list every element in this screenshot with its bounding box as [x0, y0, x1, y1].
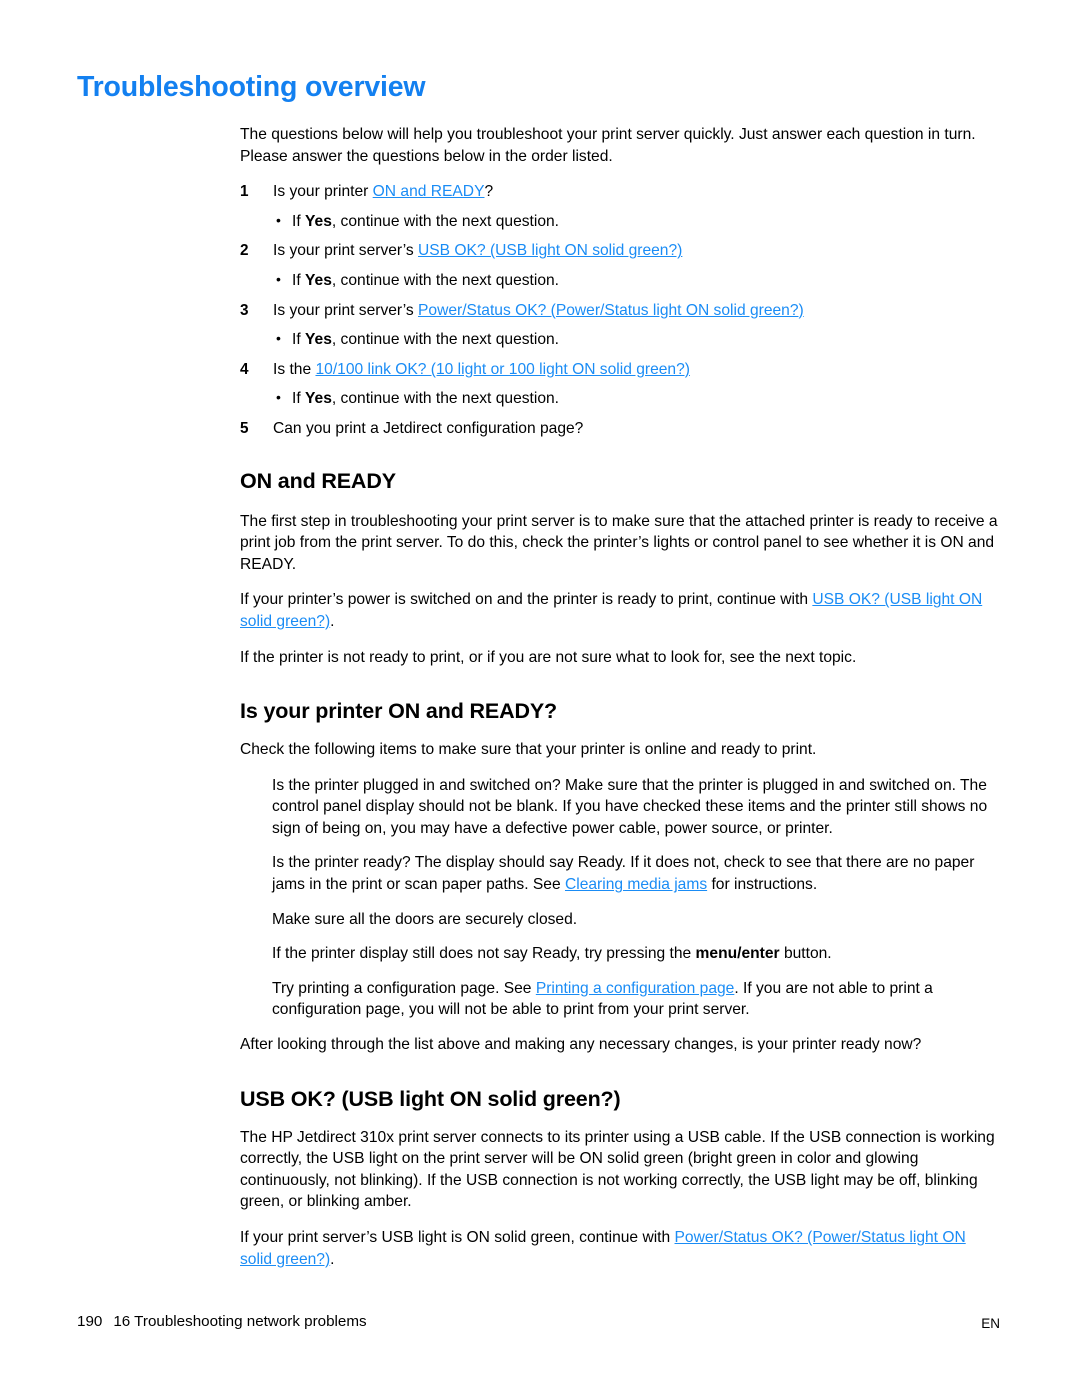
usb-ok-paragraph-1: The HP Jetdirect 310x print server conne… [240, 1128, 995, 1211]
heading-on-and-ready: ON and READY [240, 468, 396, 493]
checklist-subitem-4: • If Yes, continue with the next question… [240, 388, 1002, 410]
bullet-icon: • [276, 389, 281, 406]
sub-bold-1: Yes [305, 212, 332, 230]
footer-chapter-title: 16 Troubleshooting network problems [113, 1313, 367, 1330]
page-title: Troubleshooting overview [77, 71, 426, 104]
checklist-number-5: 5 [240, 419, 249, 437]
checklist-number-3: 3 [240, 301, 249, 319]
checklist-number-2: 2 [240, 242, 249, 260]
link-power-status-ok[interactable]: Power/Status OK? (Power/Status light ON … [418, 302, 804, 319]
sub-suffix-3: , continue with the next question. [331, 331, 560, 349]
checklist-text-5: Can you print a Jetdirect configuration … [273, 419, 584, 437]
footer-page-number: 190 [77, 1313, 103, 1330]
checklist-item-2: 2 Is your print server’s USB OK? (USB lig… [240, 240, 1002, 262]
link-10-100-link-ok[interactable]: 10/100 link OK? (10 light or 100 light O… [315, 361, 689, 378]
checklist-subitem-3: • If Yes, continue with the next question… [240, 329, 1002, 351]
heading-is-printer-ready: Is your printer ON and READY? [240, 699, 557, 724]
printer-ready-item-4: If the printer display still does not sa… [240, 943, 1002, 965]
checklist-item-4: 4 Is the 10/100 link OK? (10 light or 100… [240, 359, 1002, 381]
usb-ok-paragraph-2: If your print server’s USB light is ON s… [240, 1227, 1002, 1270]
intro-paragraph: The questions below will help you troubl… [240, 126, 976, 165]
footer-language: EN [981, 1316, 1000, 1331]
checklist-text-2: Is your print server’s [273, 242, 419, 260]
on-ready-paragraph-3: If the printer is not ready to print, or… [240, 648, 857, 666]
bullet-icon: • [276, 330, 281, 347]
printer-ready-item-4-lead: If the printer display still does not sa… [272, 945, 696, 963]
printer-ready-item-5-lead: Try printing a configuration page. See [272, 979, 536, 997]
menu-enter-label: menu/enter [695, 945, 780, 963]
section-printer-ready: Is your printer ON and READY? [240, 698, 1002, 724]
checklist-subitem-2: • If Yes, continue with the next question… [240, 270, 1002, 292]
usb-ok-p2-lead: If your print server’s USB light is ON s… [240, 1229, 675, 1246]
sub-bold-2: Yes [305, 271, 332, 289]
checklist-item-5: 5 Can you print a Jetdirect configuration… [240, 418, 1002, 440]
sub-prefix-4: If [292, 390, 305, 408]
document-page: Troubleshooting overview The questions b… [0, 0, 1080, 1397]
printer-ready-item-5: Try printing a configuration page. See P… [240, 978, 1002, 1021]
heading-usb-ok: USB OK? (USB light ON solid green?) [240, 1086, 621, 1111]
usb-ok-p2-tail: . [330, 1250, 335, 1268]
printer-ready-item-2-tail: for instructions. [707, 876, 818, 894]
sub-prefix-1: If [292, 212, 305, 230]
checklist-number-1: 1 [240, 183, 249, 201]
printer-ready-intro: Check the following items to make sure t… [240, 741, 817, 759]
on-ready-paragraph-1: The first step in troubleshooting your p… [240, 512, 998, 573]
sub-suffix-2: , continue with the next question. [331, 271, 560, 289]
checklist-number-4: 4 [240, 360, 249, 378]
link-on-and-ready[interactable]: ON and READY [373, 183, 485, 200]
bullet-icon: • [276, 211, 281, 228]
printer-ready-item-3: Make sure all the doors are securely clo… [272, 910, 578, 928]
checklist-text-3: Is your print server’s [273, 301, 419, 319]
bullet-icon: • [276, 270, 281, 287]
checklist-item-3: 3 Is your print server’s Power/Status OK?… [240, 300, 1002, 322]
printer-ready-item-2: Is the printer ready? The display should… [240, 852, 1002, 895]
sub-prefix-3: If [292, 331, 305, 349]
sub-suffix-1: , continue with the next question. [331, 212, 560, 230]
link-printing-a-configuration-page[interactable]: Printing a configuration page [536, 980, 735, 997]
on-ready-p2-lead: If your printer’s power is switched on a… [240, 591, 813, 609]
sub-bold-3: Yes [305, 331, 332, 349]
on-ready-p2-tail: . [330, 612, 335, 630]
printer-ready-item-4-tail: button. [779, 945, 832, 963]
on-ready-paragraph-2: If your printer’s power is switched on a… [240, 589, 1002, 632]
sub-bold-4: Yes [305, 390, 332, 408]
section-on-and-ready: ON and READY [240, 468, 1002, 494]
checklist-text-4: Is the [273, 360, 316, 378]
checklist-text-1: Is your printer [273, 183, 373, 201]
footer-left: 190 16 Troubleshooting network problems [77, 1312, 367, 1332]
printer-ready-item-1: Is the printer plugged in and switched o… [272, 776, 988, 837]
printer-ready-closing: After looking through the list above and… [240, 1036, 922, 1054]
page-footer: 190 16 Troubleshooting network problems E… [0, 1312, 1080, 1338]
sub-suffix-4: , continue with the next question. [331, 390, 560, 408]
link-clearing-media-jams[interactable]: Clearing media jams [565, 876, 707, 893]
checklist-subitem-1: • If Yes, continue with the next question… [240, 211, 1002, 233]
troubleshooting-checklist: 1 Is your printer ON and READY? • If Yes, … [240, 181, 1002, 439]
section-usb-ok: USB OK? (USB light ON solid green?) [240, 1086, 1002, 1112]
link-usb-ok[interactable]: USB OK? (USB light ON solid green?) [418, 242, 682, 259]
sub-prefix-2: If [292, 271, 305, 289]
page-content: The questions below will help you troubl… [240, 124, 1002, 1284]
checklist-item-1: 1 Is your printer ON and READY? [240, 181, 1002, 203]
checklist-tail-1: ? [484, 183, 494, 201]
